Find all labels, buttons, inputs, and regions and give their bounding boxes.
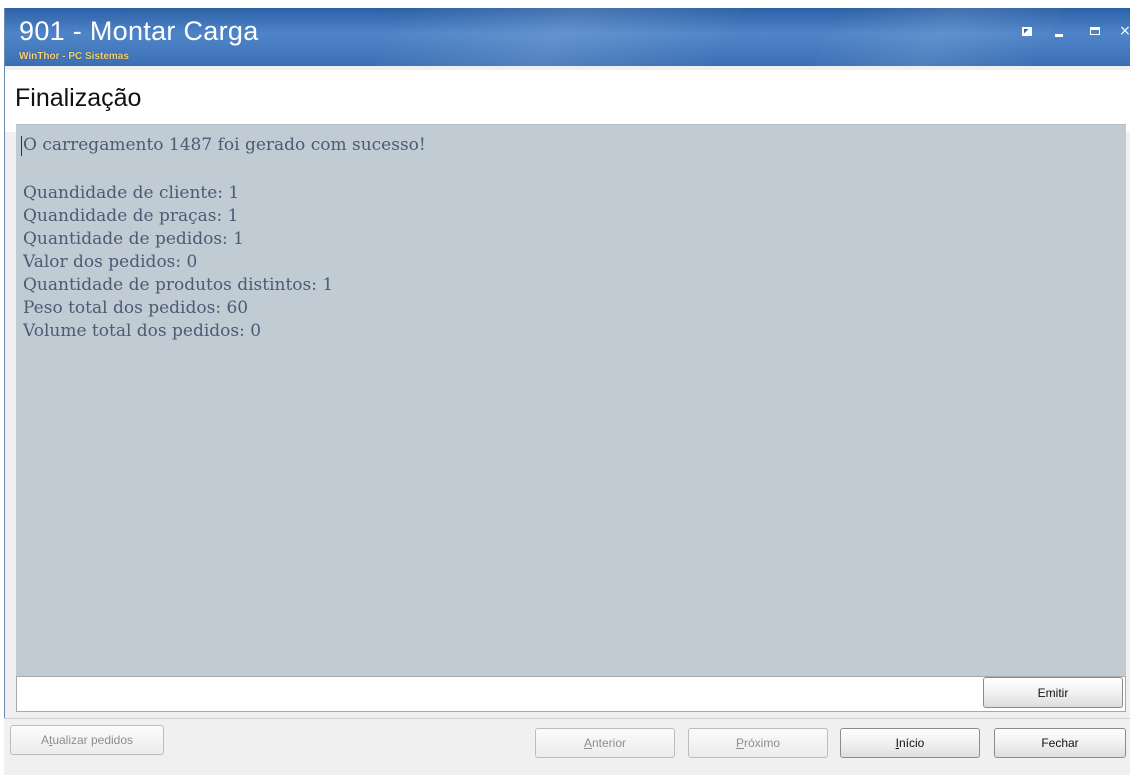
minimize-icon[interactable] xyxy=(1051,22,1067,40)
atualizar-pedidos-button[interactable]: At ualizar pedidos xyxy=(10,725,164,755)
result-line: Valor dos pedidos: 0 xyxy=(23,252,198,272)
page-header: Finalização xyxy=(5,70,1130,132)
window-subtitle: WinThor - PC Sistemas xyxy=(19,51,129,62)
title-bar[interactable]: 901 - Montar Carga WinThor - PC Sistemas… xyxy=(5,8,1130,66)
page-title: Finalização xyxy=(15,84,142,112)
emit-bar xyxy=(16,676,1126,712)
result-line: Volume total dos pedidos: 0 xyxy=(23,321,262,341)
anterior-button[interactable]: Anterior xyxy=(535,728,675,758)
proximo-button[interactable]: Próximo xyxy=(688,728,828,758)
emitir-button[interactable]: Emitir xyxy=(983,677,1123,708)
fechar-button-label: Fechar xyxy=(1041,736,1079,750)
fechar-button[interactable]: Fechar xyxy=(994,728,1126,758)
window-title: 901 - Montar Carga xyxy=(19,16,259,46)
result-line: Quandidade de praças: 1 xyxy=(23,206,239,226)
text-caret xyxy=(21,136,22,156)
emitir-button-label: Emitir xyxy=(1037,685,1069,700)
result-line: Quantidade de produtos distintos: 1 xyxy=(23,275,334,295)
inicio-button[interactable]: Início xyxy=(840,728,980,758)
restore-down-icon[interactable] xyxy=(1019,22,1035,40)
success-message: O carregamento 1487 foi gerado com suces… xyxy=(23,135,426,155)
result-line: Peso total dos pedidos: 60 xyxy=(23,298,249,318)
result-line: Quandidade de cliente: 1 xyxy=(23,183,240,203)
result-text-area[interactable]: O carregamento 1487 foi gerado com suces… xyxy=(16,124,1126,677)
result-line: Quantidade de pedidos: 1 xyxy=(23,229,244,249)
maximize-icon[interactable] xyxy=(1087,22,1103,40)
close-icon[interactable]: × xyxy=(1119,22,1130,40)
